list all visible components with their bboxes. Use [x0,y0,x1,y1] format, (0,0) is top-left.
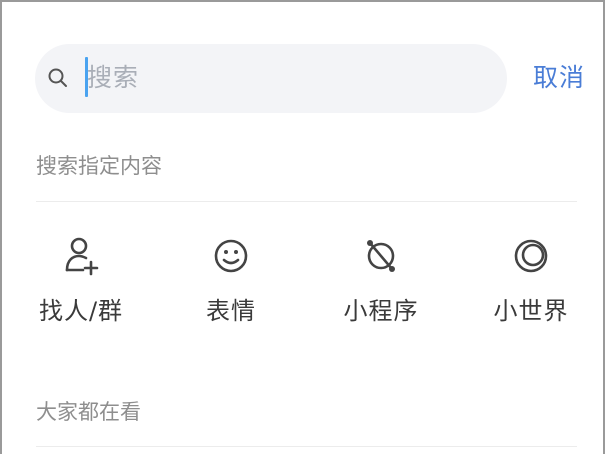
quick-item-mini-program[interactable]: 小程序 [321,234,441,334]
quick-item-label: 表情 [206,297,256,325]
search-icon [48,68,67,87]
planet-icon [367,240,395,272]
search-page: 搜索 取消 搜索指定内容 找人/群 表情 小程序 小世界 大家都在看 [0,0,605,454]
quick-item-label: 小程序 [343,297,419,325]
divider [36,201,577,202]
globe-circle-icon [514,239,548,273]
section-title-specific: 搜索指定内容 [36,154,162,178]
quick-item-small-world[interactable]: 小世界 [471,234,591,334]
search-input[interactable]: 搜索 [87,60,139,96]
add-person-icon [65,237,99,276]
cancel-button[interactable]: 取消 [533,60,585,96]
quick-item-find-people[interactable]: 找人/群 [21,234,141,334]
divider [36,446,577,447]
smiley-icon [214,239,248,273]
quick-item-label: 小世界 [493,297,569,325]
quick-item-emoji[interactable]: 表情 [171,234,291,334]
section-title-trending: 大家都在看 [36,400,141,424]
quick-item-label: 找人/群 [38,297,124,325]
